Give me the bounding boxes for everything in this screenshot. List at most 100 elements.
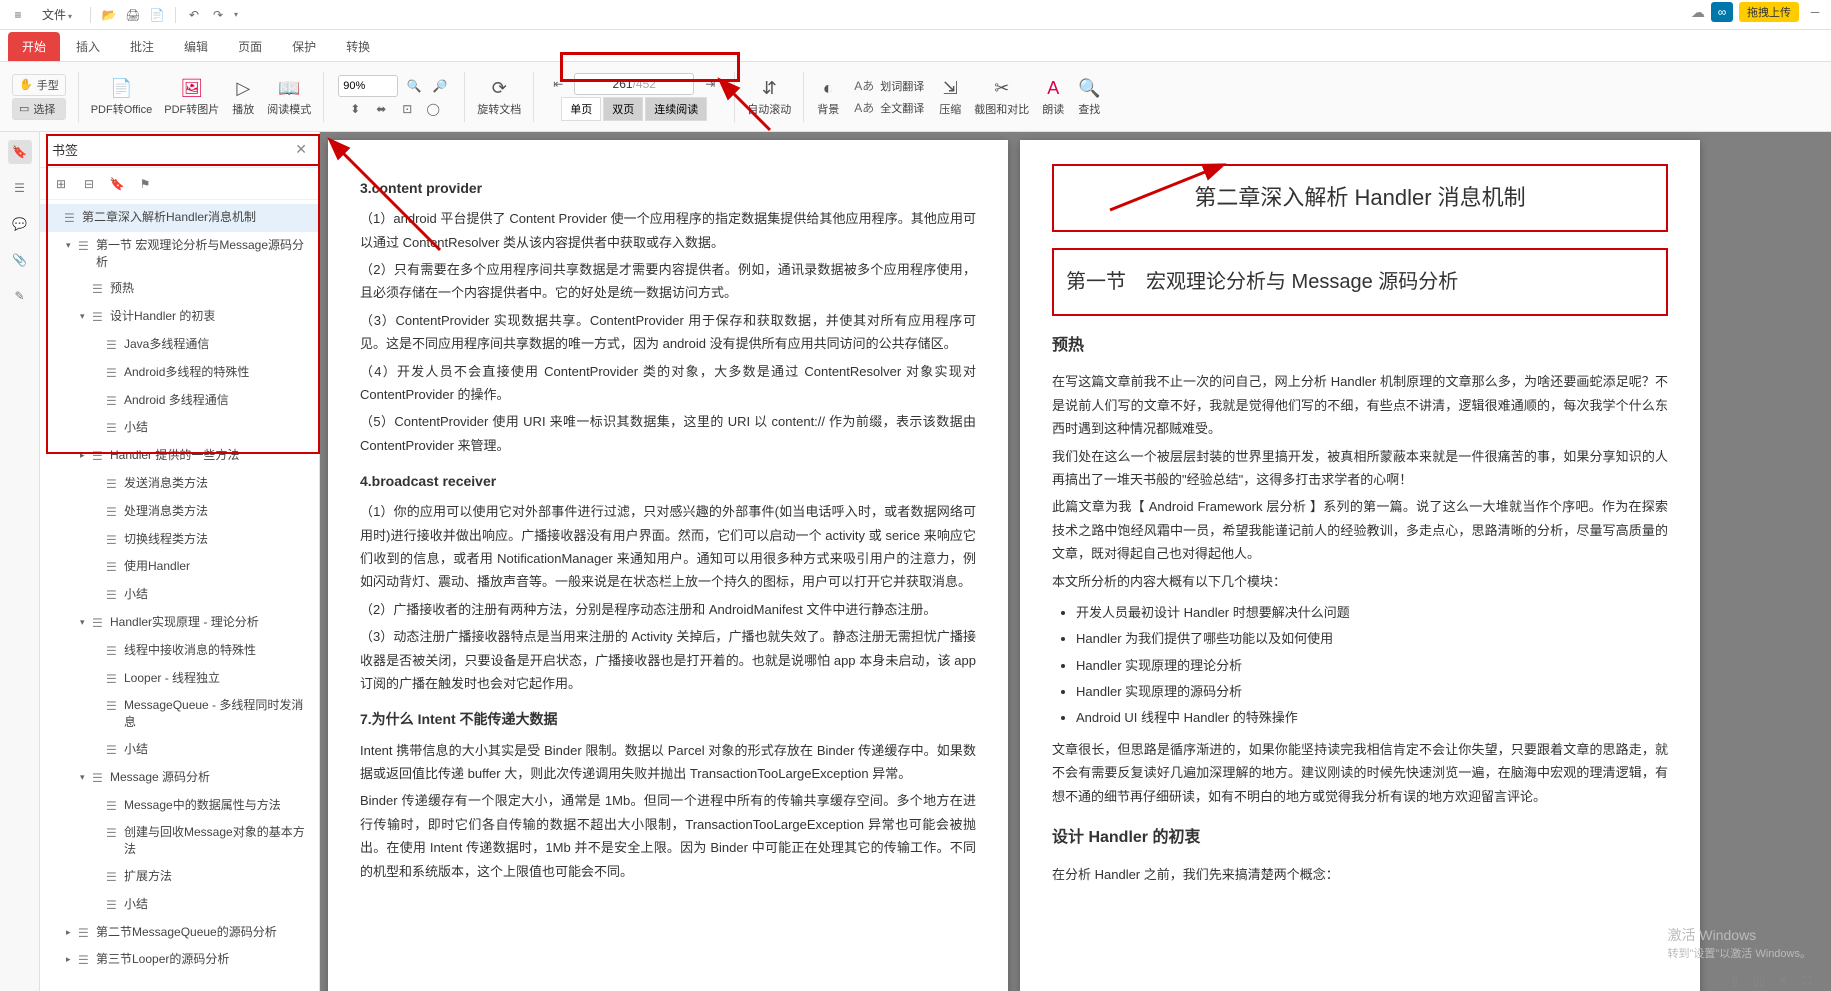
tab-edit[interactable]: 编辑	[170, 32, 222, 61]
crop-button[interactable]: ✂截图和对比	[970, 74, 1033, 119]
view-cont-icon[interactable]: ≡	[1775, 973, 1791, 989]
single-page-btn[interactable]: 单页	[561, 97, 601, 121]
bookmark-item[interactable]: ☰小结	[40, 736, 319, 764]
fit-visible-icon[interactable]: ◯	[423, 99, 443, 119]
add-bookmark-icon[interactable]: 🔖	[108, 175, 126, 193]
file-menu[interactable]: 文件▾	[32, 3, 82, 26]
export-icon[interactable]: 📄	[147, 5, 167, 25]
auto-scroll[interactable]: ⇵自动滚动	[743, 74, 795, 119]
bookmark-item[interactable]: ▾☰Message 源码分析	[40, 764, 319, 792]
zoom-out-icon[interactable]: 🔍	[404, 76, 424, 96]
comment-rail-icon[interactable]: 💬	[8, 212, 32, 236]
last-page-icon[interactable]: ⇥	[700, 74, 720, 94]
tab-convert[interactable]: 转换	[332, 32, 384, 61]
bookmark-item[interactable]: ▸☰第二节MessageQueue的源码分析	[40, 919, 319, 947]
close-icon[interactable]: ✕	[295, 141, 307, 158]
bookmark-item[interactable]: ☰Message中的数据属性与方法	[40, 792, 319, 820]
pdf-to-image[interactable]: 🖼PDF转图片	[160, 74, 223, 119]
bookmark-item[interactable]: ☰切换线程类方法	[40, 526, 319, 554]
view-single-icon[interactable]: ▯	[1727, 973, 1743, 989]
sync-icon[interactable]: ∞	[1711, 2, 1733, 22]
undo-icon[interactable]: ↶	[184, 5, 204, 25]
subsection-title: 预热	[1052, 332, 1668, 361]
find-button[interactable]: 🔍查找	[1073, 74, 1105, 119]
page-input[interactable]: 261/452	[574, 73, 694, 95]
bookmark-item[interactable]: ☰线程中接收消息的特殊性	[40, 637, 319, 665]
hand-tool[interactable]: ✋ 手型	[12, 74, 66, 96]
first-page-icon[interactable]: ⇤	[548, 74, 568, 94]
app-menu-icon[interactable]: ≡	[8, 5, 28, 25]
fit-width-icon[interactable]: ⬍	[345, 99, 365, 119]
bookmark-panel: 书签 ✕ ⊞ ⊟ 🔖 ⚑ ☰第二章深入解析Handler消息机制▾☰第一节 宏观…	[40, 132, 320, 991]
play-button[interactable]: ▷播放	[227, 74, 259, 119]
open-icon[interactable]: 📂	[99, 5, 119, 25]
fullscreen-icon[interactable]: ⛶	[1799, 973, 1815, 989]
bookmark-item[interactable]: ☰扩展方法	[40, 863, 319, 891]
bookmark-item[interactable]: ☰第二章深入解析Handler消息机制	[40, 204, 319, 232]
full-translate-icon[interactable]: Aあ	[854, 98, 874, 118]
body-text: 在分析 Handler 之前，我们先来搞清楚两个概念：	[1052, 863, 1668, 886]
bookmark-item[interactable]: ☰Android多线程的特殊性	[40, 359, 319, 387]
drag-upload-button[interactable]: 拖拽上传	[1739, 2, 1799, 22]
tab-page[interactable]: 页面	[224, 32, 276, 61]
tab-protect[interactable]: 保护	[278, 32, 330, 61]
continuous-btn[interactable]: 连续阅读	[645, 97, 707, 121]
view-double-icon[interactable]: ▯▯	[1751, 973, 1767, 989]
background-button[interactable]: ◐背景	[812, 74, 844, 119]
signature-rail-icon[interactable]: ✎	[8, 284, 32, 308]
bookmark-options-icon[interactable]: ⚑	[136, 175, 154, 193]
double-page-btn[interactable]: 双页	[603, 97, 643, 121]
bookmark-item[interactable]: ☰MessageQueue - 多线程同时发消息	[40, 692, 319, 736]
minimize-icon[interactable]: ─	[1805, 2, 1825, 22]
bookmark-item[interactable]: ☰Java多线程通信	[40, 331, 319, 359]
body-text: 我们处在这么一个被层层封装的世界里搞开发，被真相所蒙蔽本来就是一件很痛苦的事，如…	[1052, 445, 1668, 492]
outline-rail-icon[interactable]: ☰	[8, 176, 32, 200]
tab-start[interactable]: 开始	[8, 32, 60, 61]
expand-icon[interactable]: ⊞	[52, 175, 70, 193]
bookmark-item[interactable]: ☰小结	[40, 581, 319, 609]
bookmark-item[interactable]: ☰使用Handler	[40, 553, 319, 581]
bookmark-item[interactable]: ▾☰Handler实现原理 - 理论分析	[40, 609, 319, 637]
compress-button[interactable]: ⇲压缩	[934, 74, 966, 119]
bookmark-rail-icon[interactable]: 🔖	[8, 140, 32, 164]
rotate-button[interactable]: ⟳旋转文档	[473, 74, 525, 119]
page-left: 3.content provider （1）android 平台提供了 Cont…	[328, 140, 1008, 991]
tab-annotate[interactable]: 批注	[116, 32, 168, 61]
bookmark-tree[interactable]: ☰第二章深入解析Handler消息机制▾☰第一节 宏观理论分析与Message源…	[40, 200, 319, 991]
cloud-icon[interactable]: ☁	[1691, 4, 1705, 21]
bookmark-item[interactable]: ☰小结	[40, 414, 319, 442]
heading: 4.broadcast receiver	[360, 469, 976, 494]
bookmark-item[interactable]: ☰Android 多线程通信	[40, 387, 319, 415]
bookmark-item[interactable]: ☰预热	[40, 275, 319, 303]
bookmark-item[interactable]: ▸☰第三节Looper的源码分析	[40, 946, 319, 974]
list-item: Handler 实现原理的理论分析	[1076, 654, 1668, 677]
bookmark-item[interactable]: ☰小结	[40, 891, 319, 919]
redo-icon[interactable]: ↷	[208, 5, 228, 25]
save-icon[interactable]: 🖨	[123, 5, 143, 25]
select-tool[interactable]: ▭ 选择	[12, 98, 66, 120]
chapter-title: 第二章深入解析 Handler 消息机制	[1052, 164, 1668, 232]
bookmark-item[interactable]: ▾☰设计Handler 的初衷	[40, 303, 319, 331]
body-text: Binder 传递缓存有一个限定大小，通常是 1Mb。但同一个进程中所有的传输共…	[360, 789, 976, 883]
zoom-select[interactable]	[338, 75, 398, 97]
collapse-icon[interactable]: ⊟	[80, 175, 98, 193]
fit-page-icon[interactable]: ⬌	[371, 99, 391, 119]
bookmark-item[interactable]: ☰创建与回收Message对象的基本方法	[40, 819, 319, 863]
document-viewport[interactable]: 3.content provider （1）android 平台提供了 Cont…	[320, 132, 1831, 991]
bookmark-item[interactable]: ▾☰第一节 宏观理论分析与Message源码分析	[40, 232, 319, 276]
tab-insert[interactable]: 插入	[62, 32, 114, 61]
pdf-to-office[interactable]: 📄PDF转Office	[87, 74, 157, 119]
bookmark-item[interactable]: ☰Looper - 线程独立	[40, 665, 319, 693]
divider	[175, 7, 176, 23]
toolbar: ✋ 手型 ▭ 选择 📄PDF转Office 🖼PDF转图片 ▷播放 📖阅读模式 …	[0, 62, 1831, 132]
body-text: （1）android 平台提供了 Content Provider 使一个应用程…	[360, 207, 976, 254]
zoom-in-icon[interactable]: 🔎	[430, 76, 450, 96]
word-translate-icon[interactable]: Aあ	[854, 76, 874, 96]
read-mode[interactable]: 📖阅读模式	[263, 74, 315, 119]
bookmark-item[interactable]: ☰发送消息类方法	[40, 470, 319, 498]
bookmark-item[interactable]: ☰处理消息类方法	[40, 498, 319, 526]
bookmark-item[interactable]: ▸☰Handler 提供的一些方法	[40, 442, 319, 470]
attachment-rail-icon[interactable]: 📎	[8, 248, 32, 272]
actual-size-icon[interactable]: ⊡	[397, 99, 417, 119]
read-aloud-button[interactable]: A朗读	[1037, 74, 1069, 119]
